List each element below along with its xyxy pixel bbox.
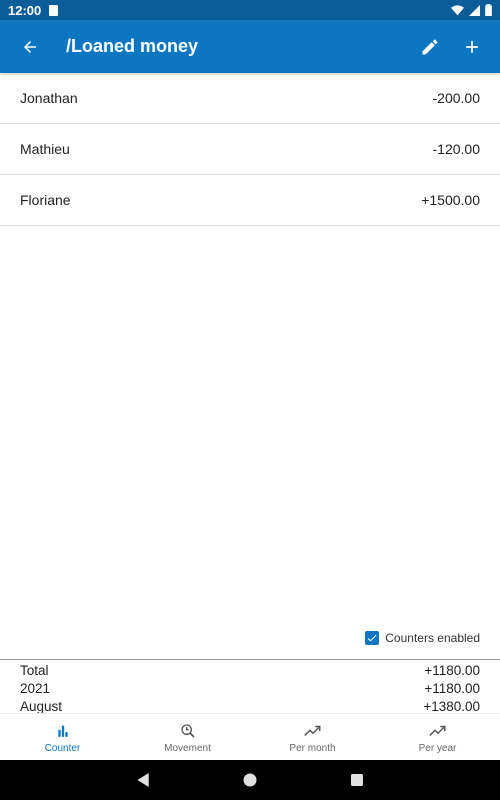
entry-name: Floriane (20, 192, 71, 208)
arrow-back-icon (24, 40, 36, 53)
system-home-button[interactable] (242, 772, 258, 788)
nav-per-month-label: Per month (289, 743, 336, 754)
triangle-back-icon (137, 773, 149, 787)
list-item[interactable]: Mathieu -120.00 (0, 124, 500, 175)
page-title: /Loaned money (66, 36, 199, 56)
status-bar: 12:00 (0, 0, 500, 20)
total-value: +1180.00 (424, 662, 480, 678)
back-button[interactable] (18, 35, 42, 59)
sd-card-icon (49, 4, 59, 16)
nav-per-year[interactable]: Per year (375, 714, 500, 761)
totals-panel: Total +1180.00 2021 +1180.00 August +138… (0, 659, 500, 715)
trending-up-icon (428, 725, 445, 737)
nav-per-month[interactable]: Per month (250, 714, 375, 761)
circle-home-icon (243, 773, 257, 787)
total-label: Total (20, 662, 49, 678)
add-button[interactable] (460, 35, 484, 59)
check-icon (367, 634, 377, 642)
nav-per-year-label: Per year (418, 743, 457, 754)
nav-counter[interactable]: Counter (0, 714, 125, 761)
battery-icon (485, 4, 492, 16)
counters-toggle[interactable]: Counters enabled (365, 631, 480, 645)
pencil-icon (422, 38, 438, 54)
trending-up-icon (303, 725, 320, 737)
system-navigation-bar (0, 760, 500, 800)
plus-icon (466, 40, 478, 53)
status-time: 12:00 (8, 2, 42, 18)
list-item[interactable]: Floriane +1500.00 (0, 175, 500, 226)
entry-name: Jonathan (20, 90, 78, 106)
nav-counter-label: Counter (44, 743, 81, 754)
month-value: +1380.00 (423, 698, 480, 714)
entry-name: Mathieu (20, 141, 70, 157)
magnify-time-icon (180, 724, 195, 738)
wifi-icon (451, 4, 464, 15)
entry-amount: -120.00 (432, 141, 480, 157)
signal-icon (469, 4, 480, 16)
status-icons (451, 4, 492, 16)
app-bar: /Loaned money (0, 20, 500, 73)
nav-movement-label: Movement (164, 743, 211, 754)
system-recents-button[interactable] (349, 772, 365, 788)
counters-checkbox[interactable] (365, 631, 380, 645)
square-recents-icon (350, 774, 363, 786)
entry-amount: -200.00 (432, 90, 480, 106)
counters-label: Counters enabled (385, 631, 480, 645)
system-back-button[interactable] (135, 772, 151, 788)
bottom-navigation: Counter Movement Per month Per year (0, 713, 500, 761)
total-row: Total +1180.00 (0, 661, 500, 679)
app-bar-actions (418, 35, 484, 59)
nav-movement[interactable]: Movement (125, 714, 250, 761)
year-total-row: 2021 +1180.00 (0, 679, 500, 697)
bar-chart-icon (57, 725, 68, 737)
list-item[interactable]: Jonathan -200.00 (0, 73, 500, 124)
entry-amount: +1500.00 (421, 192, 480, 208)
edit-button[interactable] (418, 35, 442, 59)
entries-list: Jonathan -200.00 Mathieu -120.00 Florian… (0, 73, 500, 226)
year-value: +1180.00 (424, 680, 480, 696)
month-label: August (20, 698, 63, 714)
year-label: 2021 (20, 680, 51, 696)
